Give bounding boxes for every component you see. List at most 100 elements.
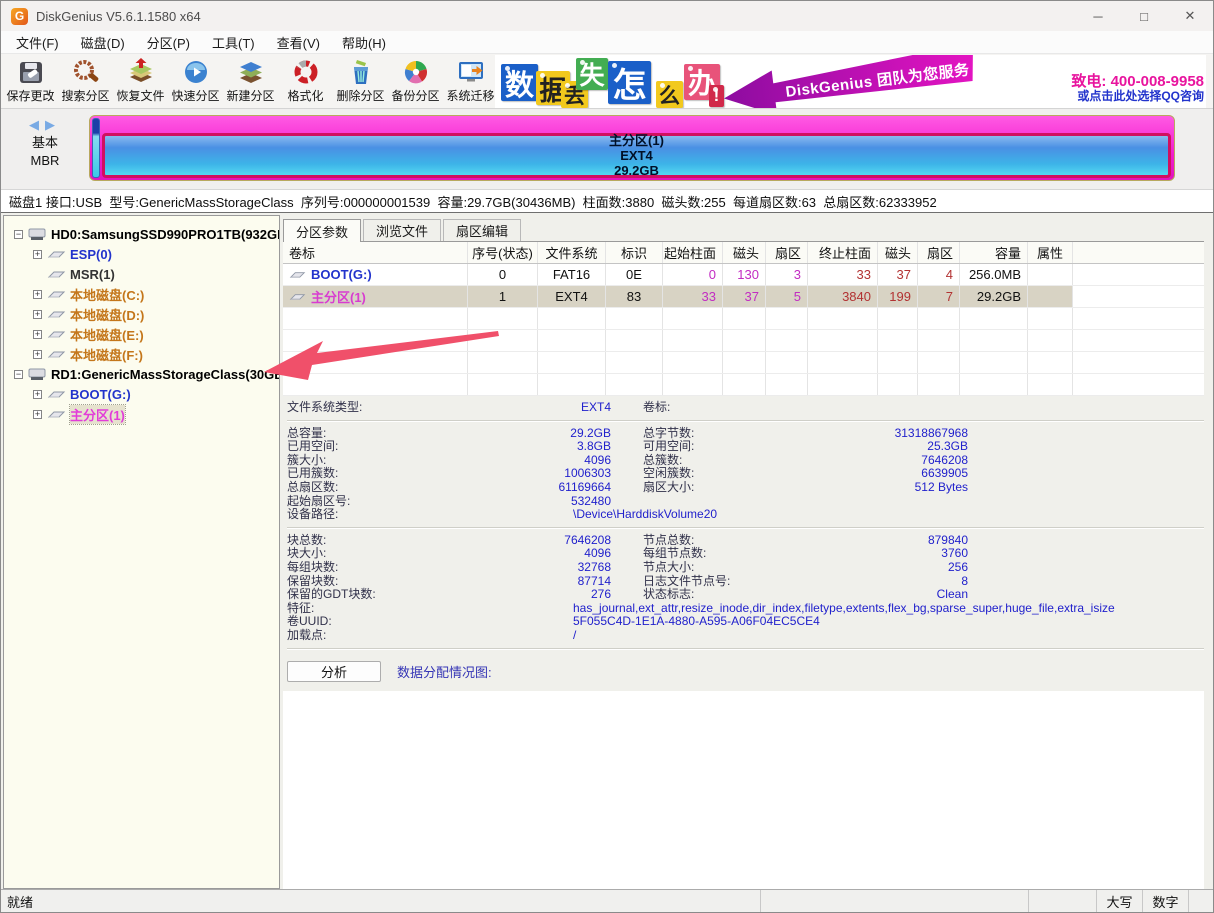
main-area: − HD0:SamsungSSD990PRO1TB(932GB) + ESP(0…: [1, 213, 1213, 889]
tree-item-msr[interactable]: MSR(1): [4, 264, 279, 284]
system-migrate-icon: [457, 58, 485, 86]
toolbar-search-button[interactable]: 搜索分区: [58, 54, 113, 108]
tab-browse-files[interactable]: 浏览文件: [363, 219, 441, 241]
partition-row[interactable]: BOOT(G:)0FAT160E0130333374256.0MB: [283, 264, 1204, 286]
close-button[interactable]: ✕: [1167, 1, 1213, 31]
partition-block-boot[interactable]: [92, 118, 100, 178]
column-header[interactable]: 磁头: [878, 242, 918, 263]
column-header[interactable]: 容量: [960, 242, 1028, 263]
column-header[interactable]: 序号(状态): [468, 242, 538, 263]
backup-partition-icon: [402, 58, 430, 86]
column-header[interactable]: 文件系统: [538, 242, 606, 263]
detail-value: has_journal,ext_attr,resize_inode,dir_in…: [490, 602, 1204, 616]
tree-item-hd0[interactable]: − HD0:SamsungSSD990PRO1TB(932GB): [4, 224, 279, 244]
prev-disk-arrow-icon[interactable]: ◀: [29, 117, 45, 132]
collapse-icon[interactable]: −: [14, 230, 23, 239]
tree-item-local-d[interactable]: + 本地磁盘(D:): [4, 304, 279, 324]
expand-icon[interactable]: +: [33, 350, 42, 359]
detail-row: 每组块数: 32768 节点大小: 256: [287, 561, 1204, 575]
promo-arrow: DiskGenius 团队为您服务: [721, 55, 979, 108]
detail-row: 簇大小: 4096 总簇数: 7646208: [287, 454, 1204, 468]
promo-banner[interactable]: 数据丢失怎么办! DiskGenius 团队为您服务 致电: 400-008-9…: [495, 55, 1206, 108]
analyze-button[interactable]: 分析: [287, 661, 381, 682]
allocation-map-caption: 数据分配情况图:: [397, 662, 492, 681]
filesystem-details: 文件系统类型: EXT4 卷标: 总容量: 29.2GB 总字节数: 31318…: [283, 396, 1204, 655]
menu-item-file[interactable]: 文件(F): [5, 31, 70, 53]
partition-name: 主分区(1): [609, 133, 664, 148]
tree-item-esp[interactable]: + ESP(0): [4, 244, 279, 264]
expand-icon[interactable]: +: [33, 290, 42, 299]
expand-icon[interactable]: +: [33, 330, 42, 339]
banner-tile: !: [709, 85, 724, 107]
menu-item-tools[interactable]: 工具(T): [201, 31, 266, 53]
toolbar-format-button[interactable]: 格式化: [278, 54, 333, 108]
toolbar-new-button[interactable]: 新建分区: [223, 54, 278, 108]
tab-sector-edit[interactable]: 扇区编辑: [443, 219, 521, 241]
column-header[interactable]: 卷标: [283, 242, 468, 263]
expand-icon[interactable]: +: [33, 310, 42, 319]
partition-row[interactable]: 主分区(1)1EXT483333753840199729.2GB: [283, 286, 1204, 308]
tab-strip: 分区参数浏览文件扇区编辑: [283, 219, 1204, 242]
toolbar-quick-button[interactable]: 快速分区: [168, 54, 223, 108]
detail-row: 保留块数: 87714 日志文件节点号: 8: [287, 575, 1204, 589]
promo-phone: 致电: 400-008-9958: [1071, 74, 1204, 89]
tree-item-rd1[interactable]: − RD1:GenericMassStorageClass(30GB): [4, 364, 279, 384]
partition-icon: [47, 307, 66, 321]
search-partition-icon: [72, 58, 100, 86]
toolbar-delete-button[interactable]: 删除分区: [333, 54, 388, 108]
detail-label: 日志文件节点号:: [643, 575, 805, 589]
promo-qq-link[interactable]: 或点击此处选择QQ咨询: [1071, 89, 1204, 104]
column-header[interactable]: 起始柱面: [663, 242, 723, 263]
detail-value: 61169664: [490, 481, 611, 495]
menu-item-view[interactable]: 查看(V): [266, 31, 331, 53]
detail-row: 总容量: 29.2GB 总字节数: 31318867968: [287, 427, 1204, 441]
minimize-button[interactable]: ─: [1075, 1, 1121, 31]
format-icon: [292, 58, 320, 86]
detail-value: 7646208: [490, 534, 611, 548]
column-header[interactable]: 标识: [606, 242, 663, 263]
next-disk-arrow-icon[interactable]: ▶: [45, 117, 61, 132]
partition-icon: [289, 292, 306, 301]
partition-fs: EXT4: [620, 148, 653, 163]
detail-row: 块总数: 7646208 节点总数: 879840: [287, 534, 1204, 548]
recover-files-icon: [127, 58, 155, 86]
tree-item-primary[interactable]: + 主分区(1): [4, 404, 279, 424]
partition-icon: [289, 270, 306, 279]
detail-label: 块大小:: [287, 547, 490, 561]
toolbar-backup-button[interactable]: 备份分区: [388, 54, 443, 108]
toolbar-save-button[interactable]: 保存更改: [3, 54, 58, 108]
column-header[interactable]: 属性: [1028, 242, 1073, 263]
detail-label: 空闲簇数:: [643, 467, 805, 481]
toolbar-recover-button[interactable]: 恢复文件: [113, 54, 168, 108]
detail-label: 卷UUID:: [287, 615, 490, 629]
empty-row: [283, 308, 1204, 330]
detail-value: [805, 495, 968, 509]
toolbar-migrate-button[interactable]: 系统迁移: [443, 54, 498, 108]
tree-item-local-f[interactable]: + 本地磁盘(F:): [4, 344, 279, 364]
title-bar: G DiskGenius V5.6.1.1580 x64 ─ □ ✕: [1, 1, 1213, 31]
expand-icon[interactable]: +: [33, 410, 42, 419]
column-header[interactable]: 终止柱面: [808, 242, 878, 263]
tab-partition-params[interactable]: 分区参数: [283, 219, 361, 242]
menu-item-help[interactable]: 帮助(H): [331, 31, 397, 53]
empty-row: [283, 330, 1204, 352]
menu-item-disk[interactable]: 磁盘(D): [70, 31, 136, 53]
detail-value: 8: [805, 575, 968, 589]
column-header[interactable]: 扇区: [918, 242, 960, 263]
collapse-icon[interactable]: −: [14, 370, 23, 379]
detail-row: 设备路径: \Device\HarddiskVolume20: [287, 508, 1204, 522]
tree-item-local-c[interactable]: + 本地磁盘(C:): [4, 284, 279, 304]
partition-block-primary[interactable]: 主分区(1) EXT4 29.2GB: [102, 133, 1171, 178]
tree-item-local-e[interactable]: + 本地磁盘(E:): [4, 324, 279, 344]
maximize-button[interactable]: □: [1121, 1, 1167, 31]
expand-icon[interactable]: +: [33, 250, 42, 259]
column-header[interactable]: 磁头: [723, 242, 766, 263]
detail-row: 特征: has_journal,ext_attr,resize_inode,di…: [287, 602, 1204, 616]
column-header[interactable]: 扇区: [766, 242, 808, 263]
analyze-row: 分析 数据分配情况图:: [287, 661, 1204, 682]
expand-icon[interactable]: +: [33, 390, 42, 399]
tree-item-boot-g[interactable]: + BOOT(G:): [4, 384, 279, 404]
resize-grip: [1189, 890, 1213, 912]
num-indicator: 数字: [1143, 890, 1189, 912]
menu-item-partition[interactable]: 分区(P): [136, 31, 201, 53]
